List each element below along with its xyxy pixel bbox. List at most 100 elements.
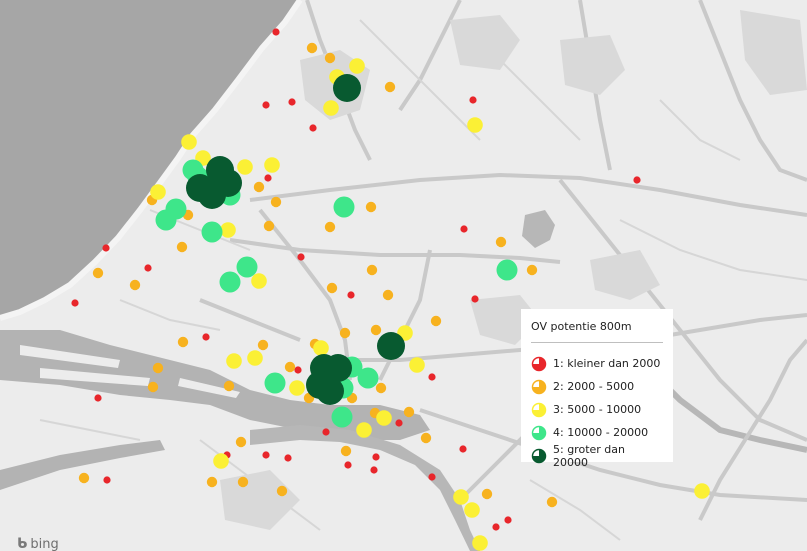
poi-marker-cat-2[interactable] (382, 289, 394, 301)
poi-marker-cat-2[interactable] (237, 476, 249, 488)
poi-marker-cat-3[interactable] (356, 422, 372, 438)
poi-marker-cat-4[interactable] (155, 209, 177, 231)
poi-marker-cat-4[interactable] (496, 259, 518, 281)
poi-marker-cat-2[interactable] (306, 42, 318, 54)
poi-marker-cat-2[interactable] (324, 221, 336, 233)
poi-marker-cat-1[interactable] (395, 419, 403, 427)
poi-marker-cat-1[interactable] (370, 466, 378, 474)
poi-marker-cat-3[interactable] (467, 117, 483, 133)
poi-marker-cat-1[interactable] (428, 473, 436, 481)
poi-marker-cat-2[interactable] (339, 327, 351, 339)
poi-marker-cat-3[interactable] (453, 489, 469, 505)
poi-marker-cat-1[interactable] (504, 516, 512, 524)
poi-marker-cat-1[interactable] (102, 244, 110, 252)
poi-marker-cat-1[interactable] (492, 523, 500, 531)
poi-marker-cat-1[interactable] (71, 299, 79, 307)
poi-marker-cat-3[interactable] (251, 273, 267, 289)
poi-marker-cat-2[interactable] (370, 324, 382, 336)
poi-marker-cat-1[interactable] (144, 264, 152, 272)
poi-marker-cat-2[interactable] (366, 264, 378, 276)
poi-marker-cat-1[interactable] (264, 174, 272, 182)
poi-marker-cat-3[interactable] (289, 380, 305, 396)
poi-marker-cat-4[interactable] (201, 221, 223, 243)
poi-marker-cat-3[interactable] (323, 100, 339, 116)
poi-marker-cat-1[interactable] (294, 366, 302, 374)
poi-marker-cat-1[interactable] (459, 445, 467, 453)
poi-marker-cat-2[interactable] (235, 436, 247, 448)
poi-marker-cat-5[interactable] (333, 74, 361, 102)
poi-marker-cat-3[interactable] (220, 222, 236, 238)
poi-marker-cat-3[interactable] (247, 350, 263, 366)
poi-marker-cat-2[interactable] (78, 472, 90, 484)
poi-marker-cat-3[interactable] (472, 535, 488, 551)
poi-marker-cat-2[interactable] (430, 315, 442, 327)
poi-marker-cat-2[interactable] (276, 485, 288, 497)
poi-marker-cat-4[interactable] (357, 367, 379, 389)
poi-marker-cat-3[interactable] (213, 453, 229, 469)
poi-marker-cat-2[interactable] (257, 339, 269, 351)
poi-marker-cat-2[interactable] (284, 361, 296, 373)
poi-marker-cat-2[interactable] (152, 362, 164, 374)
poi-marker-cat-2[interactable] (326, 282, 338, 294)
poi-marker-cat-1[interactable] (471, 295, 479, 303)
map-view[interactable]: OV potentie 800m 1: kleiner dan 2000 2: … (0, 0, 807, 551)
poi-marker-cat-1[interactable] (103, 476, 111, 484)
poi-marker-cat-1[interactable] (297, 253, 305, 261)
poi-marker-cat-2[interactable] (384, 81, 396, 93)
poi-marker-cat-1[interactable] (309, 124, 317, 132)
poi-marker-cat-1[interactable] (322, 428, 330, 436)
poi-marker-cat-4[interactable] (236, 256, 258, 278)
poi-marker-cat-4[interactable] (331, 406, 353, 428)
poi-marker-cat-1[interactable] (633, 176, 641, 184)
poi-marker-cat-2[interactable] (375, 382, 387, 394)
poi-marker-cat-4[interactable] (333, 196, 355, 218)
poi-marker-cat-3[interactable] (181, 134, 197, 150)
poi-marker-cat-2[interactable] (340, 445, 352, 457)
poi-marker-cat-1[interactable] (202, 333, 210, 341)
poi-marker-cat-5[interactable] (316, 377, 344, 405)
poi-marker-cat-3[interactable] (226, 353, 242, 369)
poi-marker-cat-4[interactable] (264, 372, 286, 394)
poi-marker-cat-1[interactable] (262, 101, 270, 109)
poi-marker-cat-2[interactable] (324, 52, 336, 64)
poi-marker-cat-2[interactable] (270, 196, 282, 208)
poi-marker-cat-1[interactable] (284, 454, 292, 462)
poi-marker-cat-3[interactable] (264, 157, 280, 173)
poi-marker-cat-2[interactable] (253, 181, 265, 193)
bing-attribution[interactable]: ᑲ bing (17, 536, 59, 551)
poi-marker-cat-2[interactable] (176, 241, 188, 253)
poi-marker-cat-3[interactable] (237, 159, 253, 175)
poi-marker-cat-1[interactable] (288, 98, 296, 106)
poi-marker-cat-5[interactable] (377, 332, 405, 360)
poi-marker-cat-3[interactable] (464, 502, 480, 518)
poi-marker-cat-2[interactable] (495, 236, 507, 248)
poi-marker-cat-1[interactable] (94, 394, 102, 402)
poi-marker-cat-1[interactable] (262, 451, 270, 459)
poi-marker-cat-1[interactable] (272, 28, 280, 36)
poi-marker-cat-2[interactable] (481, 488, 493, 500)
poi-marker-cat-1[interactable] (469, 96, 477, 104)
poi-marker-cat-1[interactable] (372, 453, 380, 461)
poi-marker-cat-2[interactable] (206, 476, 218, 488)
poi-marker-cat-3[interactable] (376, 410, 392, 426)
basemap[interactable] (0, 0, 807, 551)
poi-marker-cat-1[interactable] (347, 291, 355, 299)
poi-marker-cat-2[interactable] (223, 380, 235, 392)
poi-marker-cat-2[interactable] (420, 432, 432, 444)
poi-marker-cat-2[interactable] (526, 264, 538, 276)
poi-marker-cat-2[interactable] (92, 267, 104, 279)
poi-marker-cat-4[interactable] (219, 271, 241, 293)
poi-marker-cat-3[interactable] (150, 184, 166, 200)
poi-marker-cat-2[interactable] (263, 220, 275, 232)
poi-marker-cat-3[interactable] (694, 483, 710, 499)
poi-marker-cat-2[interactable] (546, 496, 558, 508)
poi-marker-cat-1[interactable] (460, 225, 468, 233)
poi-marker-cat-2[interactable] (365, 201, 377, 213)
poi-marker-cat-3[interactable] (409, 357, 425, 373)
poi-marker-cat-3[interactable] (349, 58, 365, 74)
poi-marker-cat-2[interactable] (177, 336, 189, 348)
poi-marker-cat-1[interactable] (428, 373, 436, 381)
poi-marker-cat-2[interactable] (129, 279, 141, 291)
poi-marker-cat-1[interactable] (344, 461, 352, 469)
poi-marker-cat-3[interactable] (313, 340, 329, 356)
